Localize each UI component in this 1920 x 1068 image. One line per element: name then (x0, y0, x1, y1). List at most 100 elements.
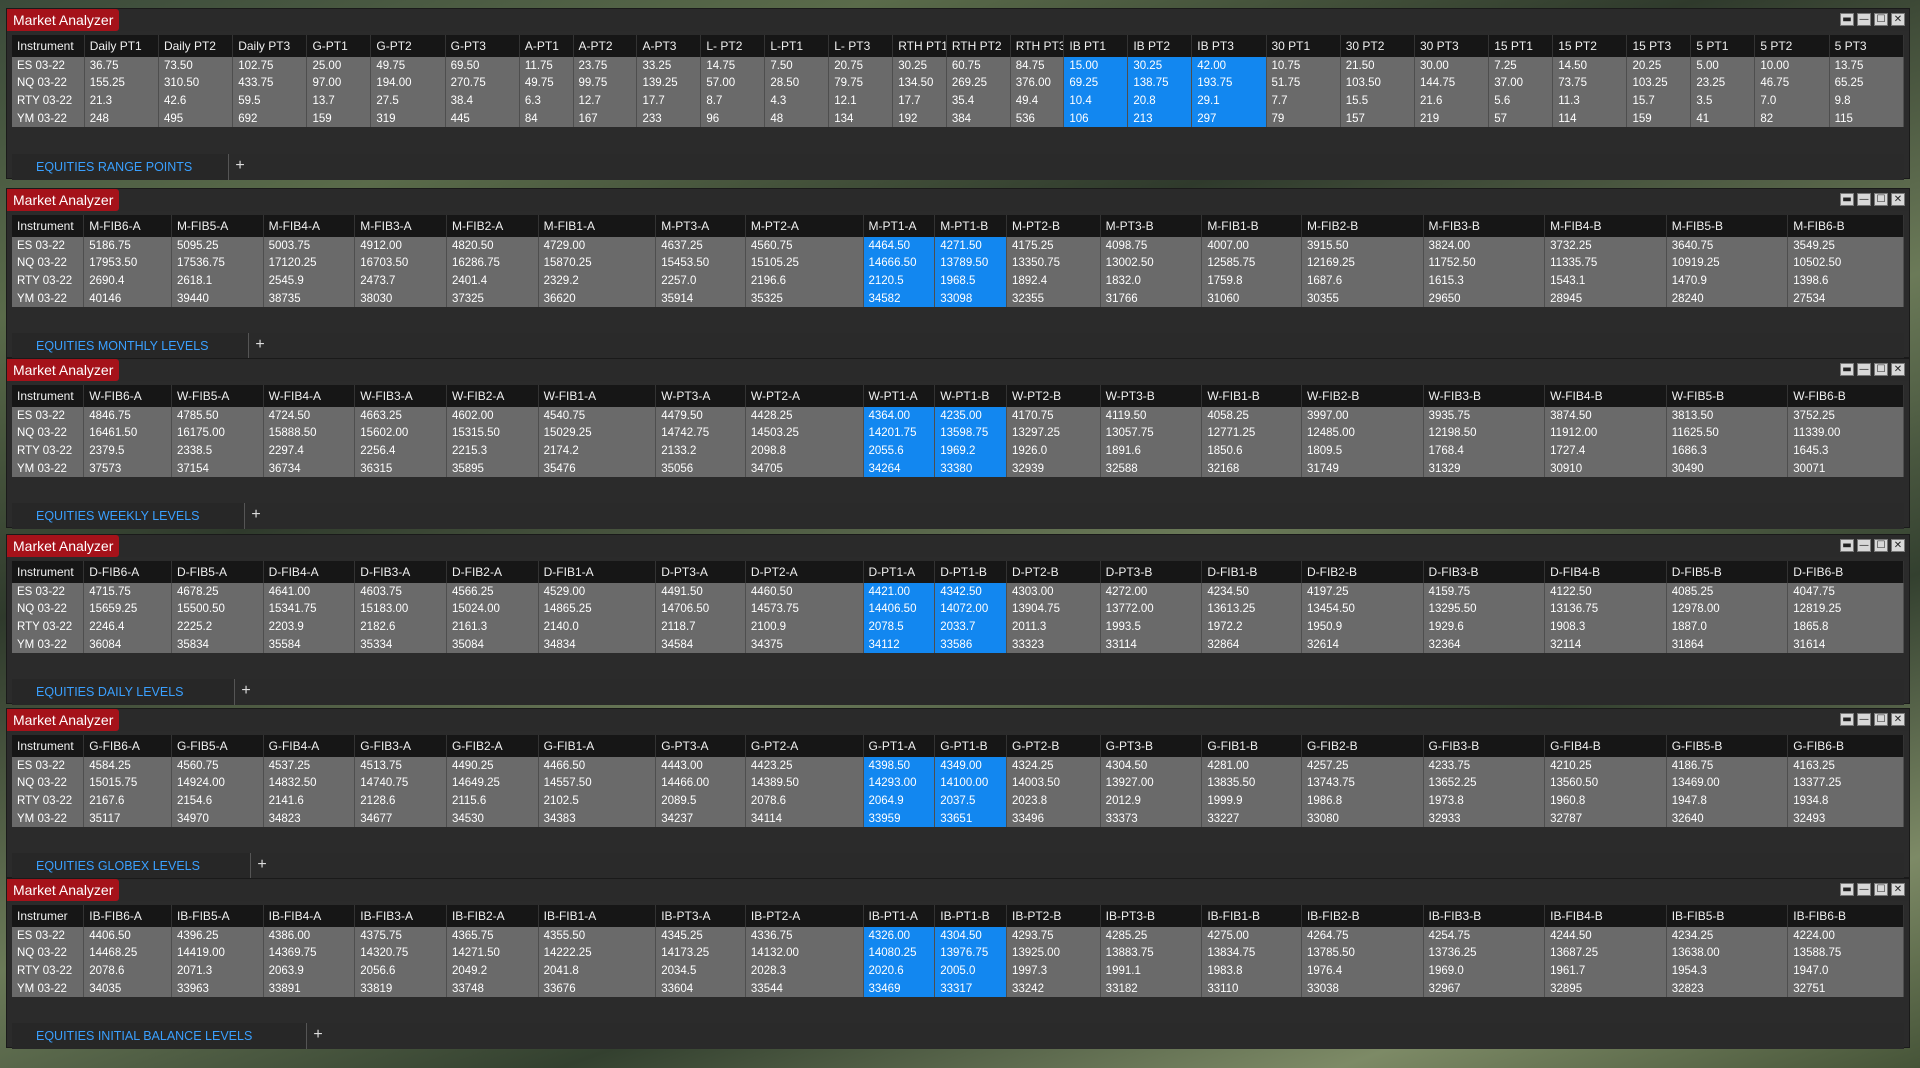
value-cell[interactable]: 12.1 (828, 92, 894, 110)
column-header[interactable]: A-PT3 (636, 35, 702, 57)
add-tab-button[interactable]: + (250, 333, 270, 359)
value-cell[interactable]: 138.75 (1127, 74, 1193, 93)
column-header[interactable]: G-PT3-A (655, 735, 746, 757)
value-cell[interactable]: 4281.00 (1201, 757, 1302, 775)
value-cell[interactable]: 2182.6 (354, 618, 447, 636)
value-cell[interactable]: 14132.00 (745, 944, 864, 963)
column-header[interactable]: W-PT1-B (934, 385, 1007, 407)
value-cell[interactable]: 2246.4 (83, 618, 172, 636)
instrument-column-header[interactable]: Instrument (12, 735, 85, 757)
instrument-cell[interactable]: NQ 03-22 (12, 424, 85, 443)
column-header[interactable]: IB PT3 (1191, 35, 1267, 57)
column-header[interactable]: G-FIB4-A (263, 735, 356, 757)
value-cell[interactable]: 13002.50 (1100, 254, 1203, 273)
value-cell[interactable]: 32823 (1666, 979, 1789, 998)
value-cell[interactable]: 13377.25 (1787, 774, 1904, 793)
market-analyzer-window[interactable]: Market Analyzer ▬ — ☐ ✕ Instrument M-FIB6-A M-F… (6, 188, 1910, 359)
column-header[interactable]: D-FIB3-A (354, 561, 447, 583)
value-cell[interactable]: 319 (370, 109, 446, 128)
table-row[interactable]: RTY 03-22 21.3 42.6 59.5 13.7 27.5 38.4 6.3 12.7… (12, 92, 1905, 110)
value-cell[interactable]: 34375 (745, 635, 864, 654)
column-header[interactable]: G-PT1 (306, 35, 372, 57)
value-cell[interactable]: 73.75 (1552, 74, 1628, 93)
value-cell[interactable]: 4584.25 (83, 757, 172, 775)
value-cell[interactable]: 14649.25 (446, 774, 539, 793)
instrument-cell[interactable]: NQ 03-22 (12, 774, 85, 793)
value-cell[interactable]: 1991.1 (1100, 962, 1203, 980)
value-cell[interactable]: 1972.2 (1201, 618, 1302, 636)
value-cell[interactable]: 4566.25 (446, 583, 539, 601)
value-cell[interactable]: 40146 (83, 289, 172, 308)
value-cell[interactable]: 13789.50 (934, 254, 1007, 273)
value-cell[interactable]: 15024.00 (446, 600, 539, 619)
instrument-cell[interactable]: YM 03-22 (12, 289, 85, 308)
value-cell[interactable]: 31060 (1201, 289, 1302, 308)
value-cell[interactable]: 1850.6 (1201, 442, 1302, 460)
value-cell[interactable]: 30.25 (1127, 57, 1193, 75)
value-cell[interactable]: 33114 (1100, 635, 1203, 654)
value-cell[interactable]: 2033.7 (934, 618, 1007, 636)
value-cell[interactable]: 2020.6 (863, 962, 936, 980)
value-cell[interactable]: 15341.75 (263, 600, 356, 619)
value-cell[interactable]: 32355 (1006, 289, 1101, 308)
value-cell[interactable]: 2297.4 (263, 442, 356, 460)
value-cell[interactable]: 2012.9 (1100, 792, 1203, 810)
value-cell[interactable]: 2618.1 (171, 272, 264, 290)
value-cell[interactable]: 376.00 (1010, 74, 1065, 93)
value-cell[interactable]: 14320.75 (354, 944, 447, 963)
column-header[interactable]: IB-FIB6-B (1787, 905, 1904, 927)
value-cell[interactable]: 14369.75 (263, 944, 356, 963)
value-cell[interactable]: 445 (445, 109, 520, 128)
value-cell[interactable]: 97.00 (306, 74, 372, 93)
value-cell[interactable]: 1993.5 (1100, 618, 1203, 636)
value-cell[interactable]: 2078.6 (745, 792, 864, 810)
value-cell[interactable]: 35056 (655, 459, 746, 478)
maximize-button[interactable]: ☐ (1874, 713, 1888, 726)
value-cell[interactable]: 10919.25 (1666, 254, 1789, 273)
value-cell[interactable]: 1950.9 (1301, 618, 1424, 636)
value-cell[interactable]: 14706.50 (655, 600, 746, 619)
value-cell[interactable]: 4428.25 (745, 407, 864, 425)
value-cell[interactable]: 4513.75 (354, 757, 447, 775)
column-header[interactable]: IB-FIB5-A (171, 905, 264, 927)
value-cell[interactable]: 2256.4 (354, 442, 447, 460)
value-cell[interactable]: 2011.3 (1006, 618, 1101, 636)
value-cell[interactable]: 49.4 (1010, 92, 1065, 110)
instrument-cell[interactable]: RTY 03-22 (12, 618, 85, 636)
value-cell[interactable]: 4396.25 (171, 927, 264, 945)
value-cell[interactable]: 3824.00 (1423, 237, 1546, 255)
value-cell[interactable]: 115 (1829, 109, 1905, 128)
window-titlebar[interactable]: Market Analyzer ▬ — ☐ ✕ (7, 535, 1909, 557)
value-cell[interactable]: 1759.8 (1201, 272, 1302, 290)
value-cell[interactable]: 4098.75 (1100, 237, 1203, 255)
value-cell[interactable]: 2078.5 (863, 618, 936, 636)
value-cell[interactable]: 32168 (1201, 459, 1302, 478)
value-cell[interactable]: 35.4 (946, 92, 1011, 110)
value-cell[interactable]: 4224.00 (1787, 927, 1904, 945)
value-cell[interactable]: 12771.25 (1201, 424, 1302, 443)
column-header[interactable]: IB-PT3-B (1100, 905, 1203, 927)
value-cell[interactable]: 103.50 (1340, 74, 1416, 93)
value-cell[interactable]: 13883.75 (1100, 944, 1203, 963)
value-cell[interactable]: 15029.25 (538, 424, 657, 443)
value-cell[interactable]: 13743.75 (1301, 774, 1424, 793)
close-button[interactable]: ✕ (1891, 713, 1905, 726)
value-cell[interactable]: 33544 (745, 979, 864, 998)
column-header[interactable]: L- PT3 (828, 35, 894, 57)
restore-button[interactable]: ▬ (1840, 13, 1854, 26)
value-cell[interactable]: 34677 (354, 809, 447, 828)
value-cell[interactable]: 34114 (745, 809, 864, 828)
value-cell[interactable]: 4491.50 (655, 583, 746, 601)
value-cell[interactable]: 14003.50 (1006, 774, 1101, 793)
value-cell[interactable]: 4058.25 (1201, 407, 1302, 425)
minimize-button[interactable]: — (1857, 13, 1871, 26)
value-cell[interactable]: 32751 (1787, 979, 1904, 998)
column-header[interactable]: G-FIB6-A (83, 735, 172, 757)
column-header[interactable]: D-FIB2-A (446, 561, 539, 583)
minimize-button[interactable]: — (1857, 539, 1871, 552)
value-cell[interactable]: 32588 (1100, 459, 1203, 478)
column-header[interactable]: W-PT2-B (1006, 385, 1101, 407)
value-cell[interactable]: 157 (1340, 109, 1416, 128)
value-cell[interactable]: 1832.0 (1100, 272, 1203, 290)
value-cell[interactable]: 33242 (1006, 979, 1101, 998)
